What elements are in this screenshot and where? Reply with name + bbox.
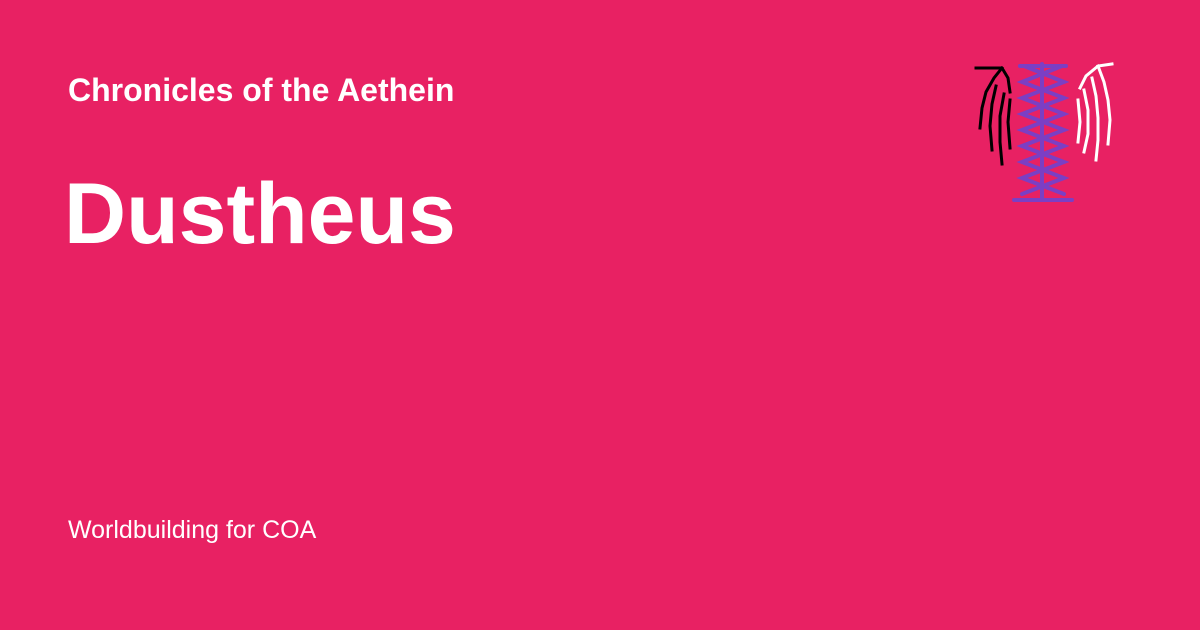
left-wing-icon — [974, 65, 1012, 166]
winged-lattice-emblem-icon — [972, 60, 1118, 206]
site-title: Chronicles of the Aethein — [68, 72, 455, 108]
emblem-svg — [974, 62, 1114, 202]
right-wing-icon — [1076, 62, 1114, 162]
footer-tagline: Worldbuilding for COA — [68, 516, 317, 544]
social-card: Chronicles of the Aethein Dustheus World… — [0, 0, 1200, 630]
page-title: Dustheus — [64, 166, 456, 262]
lattice-spine-icon — [1012, 62, 1074, 202]
